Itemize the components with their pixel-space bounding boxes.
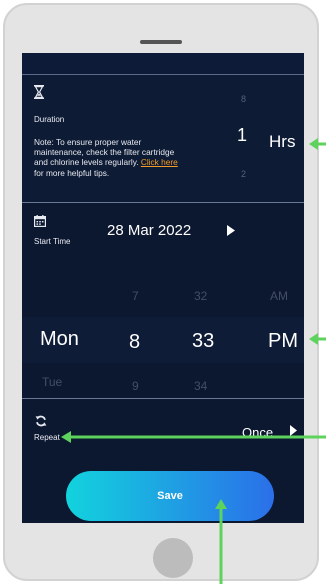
hours-selected[interactable]: 1 xyxy=(237,125,247,146)
screen-header-strip xyxy=(22,53,304,75)
hour-option-below[interactable]: 9 xyxy=(132,379,139,393)
ampm-selected[interactable]: PM xyxy=(268,330,298,353)
hour-selected[interactable]: 8 xyxy=(129,331,140,354)
hour-option-above[interactable]: 7 xyxy=(132,289,139,303)
chevron-right-icon[interactable] xyxy=(290,425,297,436)
repeat-label: Repeat xyxy=(34,433,60,442)
start-time-label: Start Time xyxy=(34,237,71,246)
minute-option-above[interactable]: 32 xyxy=(194,289,207,303)
duration-label: Duration xyxy=(34,115,65,124)
app-screen: Duration Note: To ensure proper water ma… xyxy=(22,53,304,523)
maintenance-note: Note: To ensure proper water maintenance… xyxy=(34,137,184,178)
hourglass-icon xyxy=(34,85,44,99)
hours-unit: Hrs xyxy=(269,132,296,151)
day-option-below[interactable]: Tue xyxy=(42,375,62,389)
repeat-value[interactable]: Once xyxy=(242,425,273,440)
phone-speaker xyxy=(140,40,182,44)
home-button[interactable] xyxy=(153,538,193,578)
duration-section: Duration Note: To ensure proper water ma… xyxy=(22,75,304,203)
refresh-icon xyxy=(35,415,47,427)
start-time-section: Start Time 28 Mar 2022 7 32 AM Mon 8 33 … xyxy=(22,203,304,399)
calendar-icon xyxy=(34,215,46,227)
minute-option-below[interactable]: 34 xyxy=(194,379,207,393)
note-suffix: for more helpful tips. xyxy=(34,167,110,178)
hours-option-above[interactable]: 8 xyxy=(241,94,246,104)
start-date-value[interactable]: 28 Mar 2022 xyxy=(107,222,191,239)
hours-option-below[interactable]: 2 xyxy=(241,169,246,179)
ampm-option-above[interactable]: AM xyxy=(270,289,288,303)
minute-selected[interactable]: 33 xyxy=(192,330,214,353)
save-button[interactable]: Save xyxy=(66,471,274,521)
day-selected[interactable]: Mon xyxy=(40,328,79,351)
click-here-link[interactable]: Click here xyxy=(141,157,178,167)
chevron-right-icon[interactable] xyxy=(227,225,235,236)
